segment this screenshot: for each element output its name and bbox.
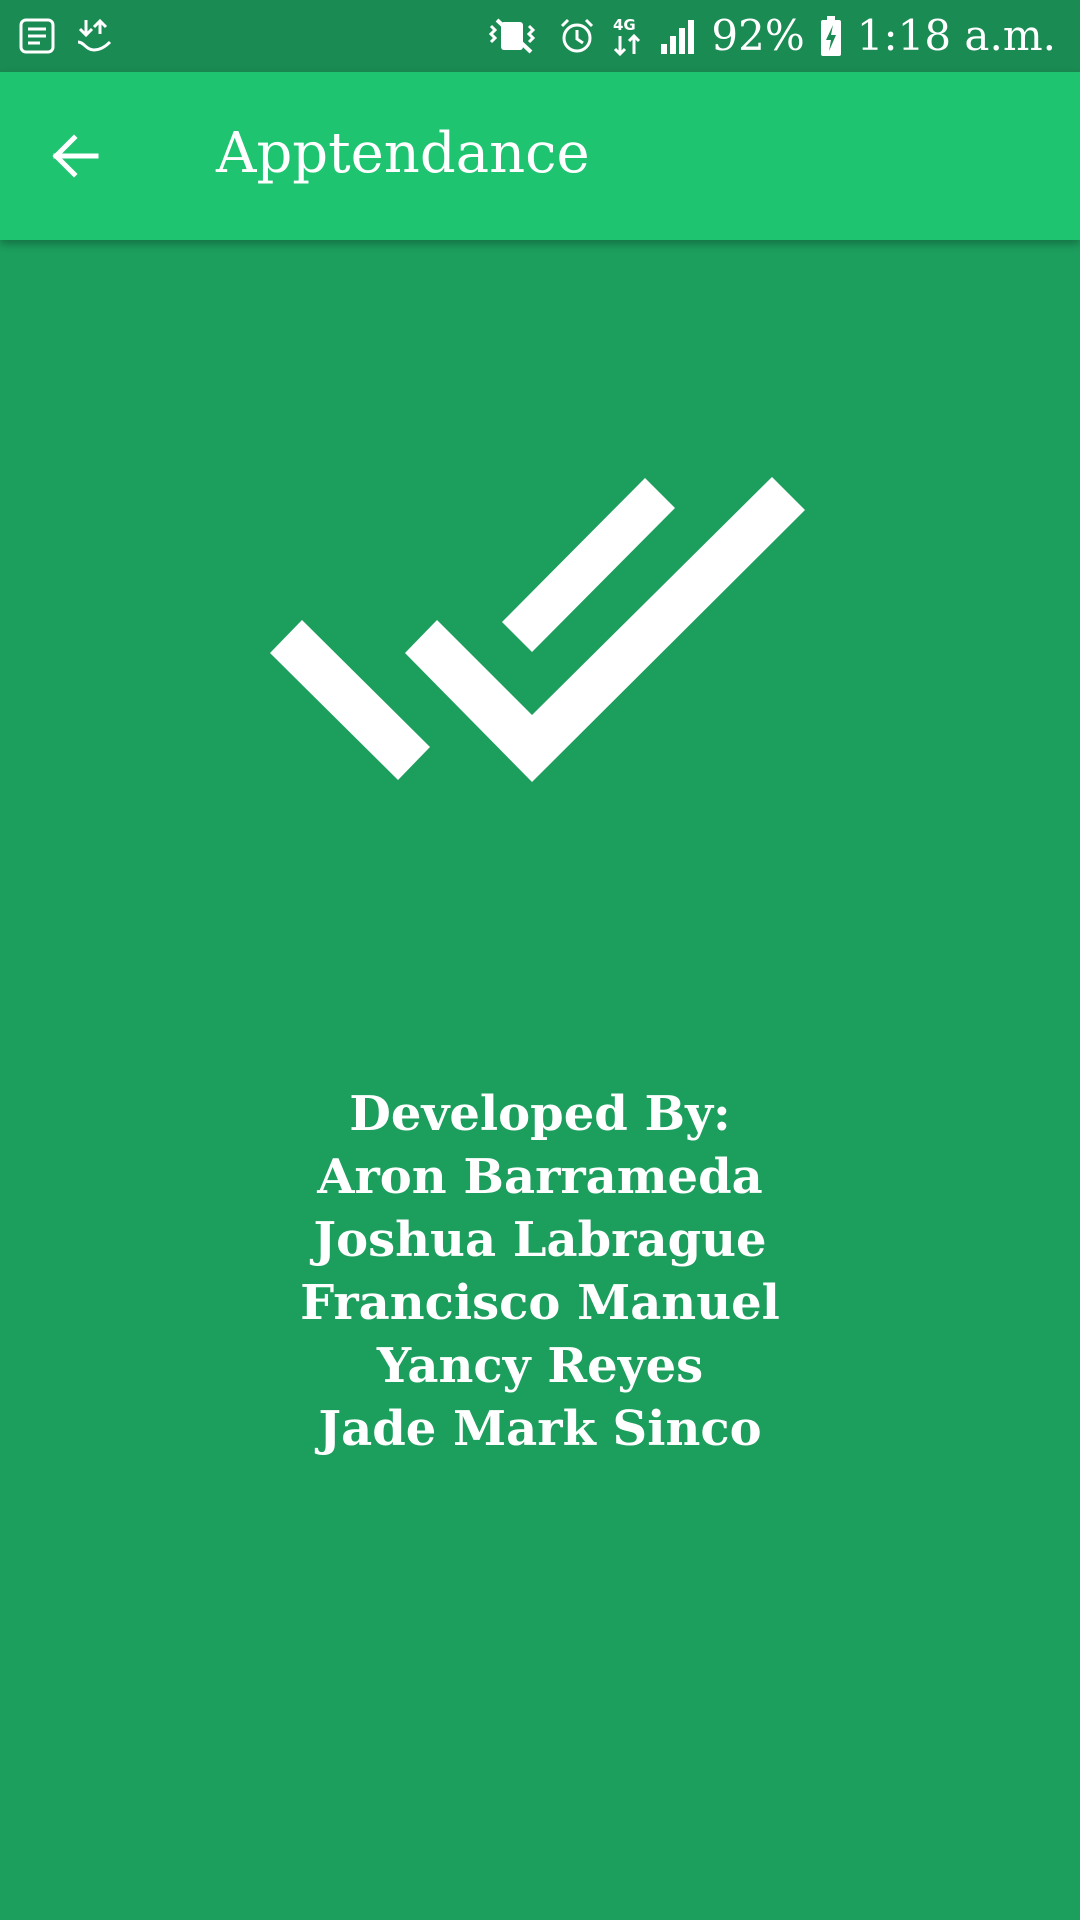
alarm-icon (557, 16, 597, 56)
credits-heading: Developed By: (349, 1086, 731, 1142)
arrow-back-icon (52, 134, 99, 178)
vibrate-mute-icon (487, 16, 543, 56)
app-title: Apptendance (216, 121, 590, 186)
4g-data-icon: 4G (611, 14, 645, 58)
notes-notification-icon (18, 17, 56, 55)
clock-time: 1:18 a.m. (856, 11, 1056, 60)
signal-strength-icon (659, 16, 697, 56)
download-transfer-icon (74, 16, 114, 56)
developer-name: Jade Mark Sinco (318, 1401, 762, 1457)
svg-text:4G: 4G (613, 16, 636, 34)
back-button[interactable] (34, 116, 114, 196)
credits-section: Developed By: Aron Barrameda Joshua Labr… (0, 1083, 1080, 1461)
developer-name: Francisco Manuel (300, 1275, 780, 1331)
developer-name: Yancy Reyes (376, 1338, 704, 1394)
status-bar: 4G 92% 1:18 a.m. (0, 0, 1080, 72)
app-screen: 4G 92% 1:18 a.m. Apptendance Developed B… (0, 0, 1080, 1920)
app-bar: Apptendance (0, 72, 1080, 240)
double-check-logo-icon (270, 470, 810, 800)
developer-name: Joshua Labrague (313, 1212, 767, 1268)
battery-percent: 92% (711, 11, 805, 60)
developer-name: Aron Barrameda (317, 1149, 763, 1205)
status-right-icons: 4G 92% 1:18 a.m. (487, 6, 1056, 66)
status-left-icons (18, 12, 114, 60)
battery-charging-icon (819, 14, 843, 58)
